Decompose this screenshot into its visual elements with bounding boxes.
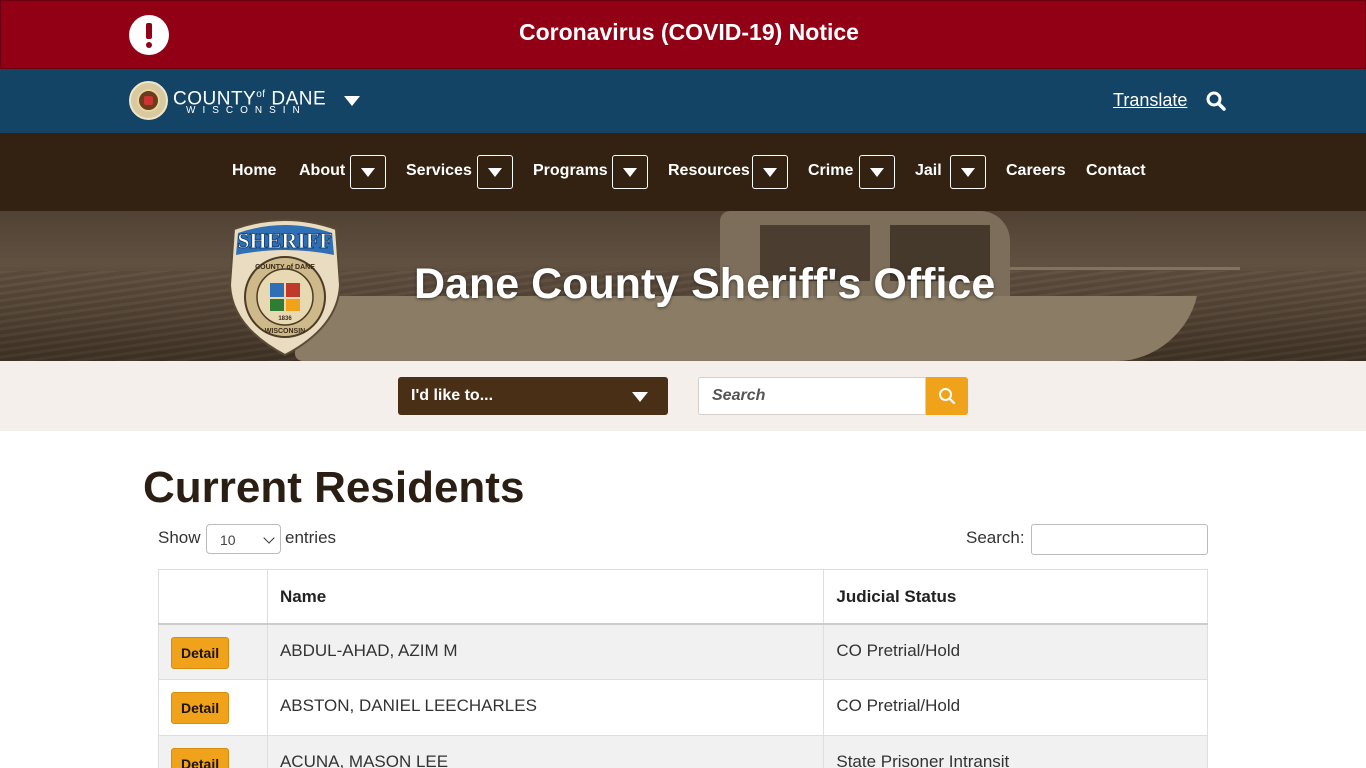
action-bar: I'd like to...	[0, 361, 1366, 431]
covid-notice-bar[interactable]: Coronavirus (COVID-19) Notice	[0, 0, 1366, 69]
sheriff-badge-logo[interactable]: SHERIFF COUNTY of DANE WISCONSIN 1836	[226, 215, 344, 357]
table-cell-action: Detail	[158, 679, 268, 736]
nav-jail[interactable]: Jail	[915, 162, 942, 180]
nav-home[interactable]: Home	[232, 162, 276, 180]
county-header: COUNTYof DANE WISCONSIN Translate	[0, 69, 1366, 133]
page-title: Current Residents	[143, 463, 525, 512]
services-dropdown-chevron-down-icon[interactable]	[477, 155, 513, 189]
show-label: Show	[158, 528, 201, 547]
entries-per-page-select[interactable]: 10	[206, 524, 281, 554]
table-row: Detail ABDUL-AHAD, AZIM M CO Pretrial/Ho…	[158, 623, 1208, 680]
nav-contact[interactable]: Contact	[1086, 162, 1146, 180]
search-icon	[939, 388, 956, 405]
county-seal-logo[interactable]	[129, 81, 168, 120]
county-name-of: of	[256, 89, 266, 100]
translate-link[interactable]: Translate	[1113, 90, 1187, 111]
table-cell-action: Detail	[158, 623, 268, 680]
column-header-name[interactable]: Name	[266, 569, 825, 625]
entries-label: entries	[285, 528, 337, 547]
column-header-action[interactable]	[158, 569, 268, 625]
resources-dropdown-chevron-down-icon[interactable]	[752, 155, 788, 189]
crime-dropdown-chevron-down-icon[interactable]	[859, 155, 895, 189]
nav-careers[interactable]: Careers	[1006, 162, 1066, 180]
table-cell-status: CO Pretrial/Hold	[823, 623, 1208, 680]
table-header-row: Name Judicial Status	[158, 569, 1208, 625]
table-cell-status: State Prisoner Intransit	[823, 735, 1208, 768]
detail-button[interactable]: Detail	[171, 636, 230, 669]
i-like-to-dropdown[interactable]: I'd like to...	[398, 377, 668, 415]
site-search-input[interactable]	[698, 377, 926, 415]
chevron-down-icon	[632, 392, 648, 402]
badge-county-text: COUNTY of DANE	[255, 264, 315, 271]
table-cell-name: ABDUL-AHAD, AZIM M	[266, 623, 825, 680]
page-site-title: Dane County Sheriff's Office	[414, 260, 996, 308]
county-menu-chevron-down-icon[interactable]	[344, 96, 360, 106]
entries-select-value: 10	[220, 532, 236, 548]
jail-dropdown-chevron-down-icon[interactable]	[950, 155, 986, 189]
residents-table: Name Judicial Status Detail ABDUL-AHAD, …	[158, 569, 1208, 768]
badge-sheriff-text: SHERIFF	[237, 228, 332, 253]
badge-state-text: WISCONSIN	[265, 328, 305, 335]
nav-crime[interactable]: Crime	[808, 162, 853, 180]
chevron-down-icon	[263, 532, 275, 544]
nav-resources[interactable]: Resources	[668, 162, 750, 180]
site-search-button[interactable]	[926, 377, 968, 415]
main-navigation: Home About Services Programs Resources C…	[0, 133, 1366, 211]
about-dropdown-chevron-down-icon[interactable]	[350, 155, 386, 189]
detail-button[interactable]: Detail	[171, 692, 230, 724]
table-row: Detail ACUNA, MASON LEE State Prisoner I…	[158, 735, 1208, 768]
search-icon[interactable]	[1206, 91, 1226, 111]
table-cell-name: ACUNA, MASON LEE	[266, 735, 825, 768]
column-header-judicial-status[interactable]: Judicial Status	[823, 569, 1208, 625]
table-cell-name: ABSTON, DANIEL LEECHARLES	[266, 679, 825, 736]
table-cell-status: CO Pretrial/Hold	[823, 679, 1208, 736]
county-state-text: WISCONSIN	[186, 105, 307, 116]
table-row: Detail ABSTON, DANIEL LEECHARLES CO Pret…	[158, 679, 1208, 736]
table-search-input[interactable]	[1031, 524, 1208, 555]
nav-services[interactable]: Services	[406, 162, 472, 180]
nav-about[interactable]: About	[299, 162, 345, 180]
programs-dropdown-chevron-down-icon[interactable]	[612, 155, 648, 189]
table-search-label: Search:	[966, 528, 1025, 547]
hero-banner: SHERIFF COUNTY of DANE WISCONSIN 1836 Da…	[0, 211, 1366, 361]
detail-button[interactable]: Detail	[171, 748, 230, 768]
i-like-to-label: I'd like to...	[411, 387, 494, 404]
badge-year-text: 1836	[278, 316, 292, 322]
covid-notice-link[interactable]: Coronavirus (COVID-19) Notice	[1, 19, 1366, 46]
table-cell-action: Detail	[158, 735, 268, 768]
nav-programs[interactable]: Programs	[533, 162, 608, 180]
